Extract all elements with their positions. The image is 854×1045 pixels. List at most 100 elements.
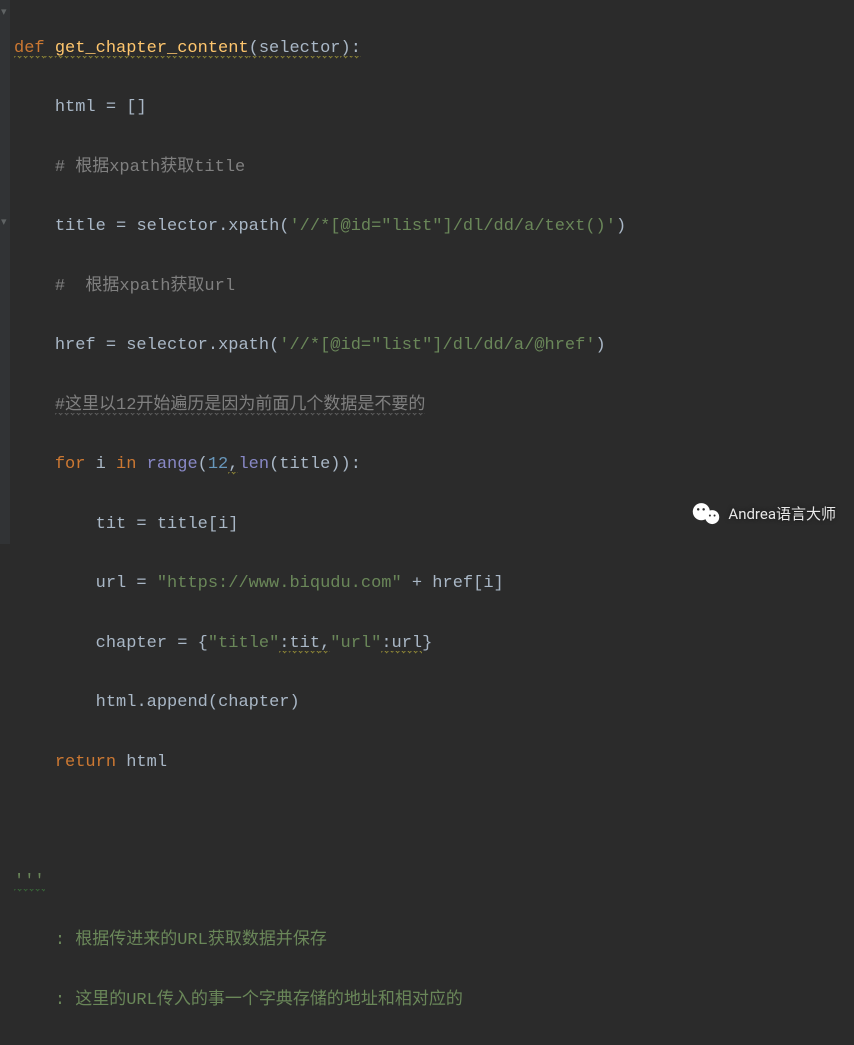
fold-marker-icon[interactable]: ▾ — [1, 8, 7, 19]
number: 12 — [208, 455, 228, 474]
code-line: html.append(chapter) — [14, 688, 854, 718]
paren: ( — [279, 217, 289, 236]
assign: = — [96, 336, 127, 355]
assign: = — [106, 217, 137, 236]
bracket: [ — [473, 574, 483, 593]
fold-marker-icon[interactable]: ▾ — [1, 218, 7, 229]
identifier: html — [96, 693, 137, 712]
identifier: html — [126, 753, 167, 772]
assign: = — [126, 574, 157, 593]
identifier: tit — [96, 515, 127, 534]
code-line — [14, 807, 854, 837]
colon: : — [279, 634, 289, 654]
method: xpath — [228, 217, 279, 236]
comma: , — [228, 455, 238, 475]
func-name: get_chapter_content — [55, 39, 249, 59]
bracket: ] — [228, 515, 238, 534]
identifier: selector — [126, 336, 208, 355]
identifier: html — [55, 98, 96, 117]
comment: # 根据xpath获取url — [55, 277, 235, 296]
identifier: title — [55, 217, 106, 236]
code-line: title = selector.xpath('//*[@id="list"]/… — [14, 212, 854, 242]
operator: + — [402, 574, 433, 593]
string: "title" — [208, 634, 279, 653]
code-line: ''' — [14, 867, 854, 897]
identifier: tit — [289, 634, 320, 654]
method: xpath — [218, 336, 269, 355]
bracket: ] — [494, 574, 504, 593]
docstring-open: ''' — [14, 872, 45, 892]
dot: . — [208, 336, 218, 355]
docstring: : 这里的URL传入的事一个字典存储的地址和相对应的 — [55, 991, 463, 1010]
identifier: i — [85, 455, 116, 474]
paren: ( — [249, 39, 259, 59]
builtin-len: len — [238, 455, 269, 474]
assign: = — [167, 634, 198, 653]
keyword-def: def — [14, 39, 45, 59]
colon: : — [351, 39, 361, 59]
identifier: i — [218, 515, 228, 534]
identifier: url — [96, 574, 127, 593]
code-line: chapter = {"title":tit,"url":url} — [14, 629, 854, 659]
code-line: href = selector.xpath('//*[@id="list"]/d… — [14, 331, 854, 361]
string: "https://www.biqudu.com" — [157, 574, 402, 593]
docstring: : 根据传进来的URL获取数据并保存 — [55, 931, 327, 950]
paren: ( — [269, 455, 279, 474]
watermark: Andrea语言大师 — [692, 500, 836, 528]
identifier: selector — [136, 217, 218, 236]
identifier: chapter — [218, 693, 289, 712]
colon: : — [381, 634, 391, 654]
builtin-range: range — [147, 455, 198, 474]
paren: ) — [616, 217, 626, 236]
assign: = — [126, 515, 157, 534]
code-line: html = [] — [14, 93, 854, 123]
code-line: # 根据xpath获取title — [14, 153, 854, 183]
paren: ) — [341, 455, 351, 474]
string: '//*[@id="list"]/dl/dd/a/text()' — [289, 217, 615, 236]
paren: ( — [269, 336, 279, 355]
comment: # 根据xpath获取title — [55, 158, 245, 177]
assign: = — [96, 98, 127, 117]
string: "url" — [330, 634, 381, 653]
paren: ) — [289, 693, 299, 712]
code-line: return html — [14, 748, 854, 778]
brace: { — [198, 634, 208, 653]
identifier: url — [392, 634, 423, 654]
dot: . — [136, 693, 146, 712]
keyword-return: return — [55, 753, 116, 772]
identifier: i — [483, 574, 493, 593]
paren: ) — [596, 336, 606, 355]
code-line: # 根据xpath获取url — [14, 272, 854, 302]
identifier: href — [55, 336, 96, 355]
paren: ) — [340, 39, 350, 59]
bracket: [ — [126, 98, 136, 117]
keyword-for: for — [55, 455, 86, 474]
method: append — [147, 693, 208, 712]
wechat-icon — [692, 500, 720, 528]
param: selector — [259, 39, 341, 59]
paren: ( — [208, 693, 218, 712]
code-line: : 根据传进来的URL获取数据并保存 — [14, 926, 854, 956]
identifier: title — [279, 455, 330, 474]
bracket: [ — [208, 515, 218, 534]
colon: : — [351, 455, 361, 474]
code-line: for i in range(12,len(title)): — [14, 450, 854, 480]
code-line: url = "https://www.biqudu.com" + href[i] — [14, 569, 854, 599]
bracket: ] — [136, 98, 146, 117]
keyword-in: in — [116, 455, 136, 474]
string: '//*[@id="list"]/dl/dd/a/@href' — [279, 336, 595, 355]
identifier: chapter — [96, 634, 167, 653]
dot: . — [218, 217, 228, 236]
brace: } — [422, 634, 432, 653]
comma: , — [320, 634, 330, 654]
identifier: title — [157, 515, 208, 534]
watermark-label: Andrea语言大师 — [728, 501, 836, 527]
paren: ( — [198, 455, 208, 474]
code-line: : 这里的URL传入的事一个字典存储的地址和相对应的 — [14, 986, 854, 1016]
identifier: href — [432, 574, 473, 593]
paren: ) — [330, 455, 340, 474]
code-line: def get_chapter_content(selector): — [14, 34, 854, 64]
gutter: ▾ ▾ — [0, 0, 10, 544]
code-line: #这里以12开始遍历是因为前面几个数据是不要的 — [14, 391, 854, 421]
comment: #这里以12开始遍历是因为前面几个数据是不要的 — [55, 396, 426, 416]
